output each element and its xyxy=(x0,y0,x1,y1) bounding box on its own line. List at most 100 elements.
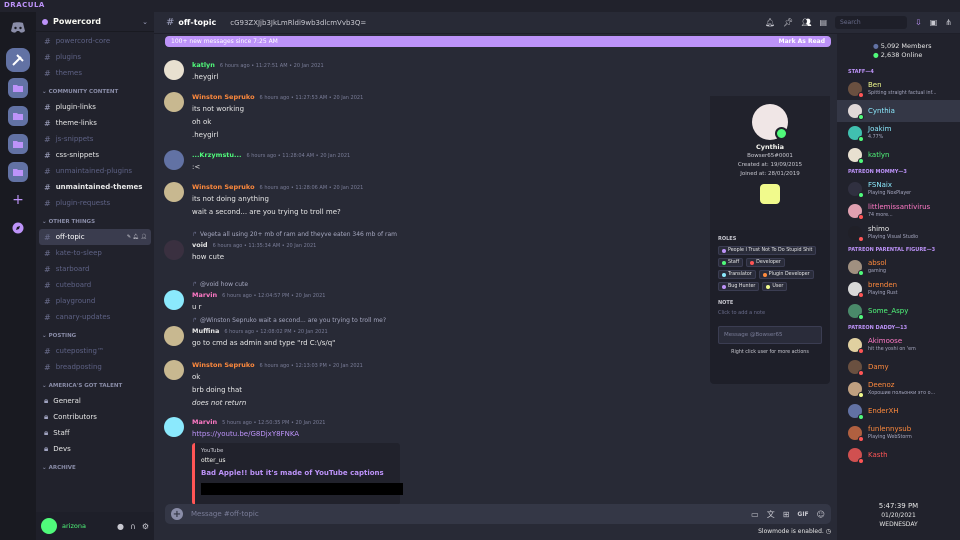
explore-servers-button[interactable] xyxy=(8,218,28,238)
role-chip[interactable]: Translator xyxy=(718,270,756,279)
embed-title[interactable]: Bad Apple!! but it's made of YouTube cap… xyxy=(201,469,394,477)
role-chip[interactable]: Plugin Developer xyxy=(758,270,814,279)
note-input[interactable]: Click to add a note xyxy=(710,310,830,316)
member-item[interactable]: Damy xyxy=(837,356,960,378)
reply-reference[interactable]: ↱ @Winston Sepruko wait a second... are y… xyxy=(192,316,704,326)
channel-item[interactable]: 🔒︎ General xyxy=(36,393,154,409)
role-chip[interactable]: Staff xyxy=(718,258,744,267)
new-messages-bar[interactable]: 100+ new messages since 7:25 AM Mark As … xyxy=(165,36,831,47)
message-link[interactable]: https://youtu.be/G8DjxY8FNKA xyxy=(192,428,704,441)
channel-topic[interactable]: cG93ZXJjb3JkLmRldi9wb3dlcmVvb3Q= xyxy=(230,19,366,27)
channel-item[interactable]: # kate-to-sleep xyxy=(36,245,154,261)
server-folder-2[interactable] xyxy=(8,106,28,126)
member-item[interactable]: Kasth xyxy=(837,444,960,466)
inbox-icon[interactable]: ▣ xyxy=(930,18,938,27)
member-item[interactable]: Akimoose hit the yoshi on 'em xyxy=(837,334,960,356)
download-icon[interactable]: ⇩ xyxy=(915,18,922,27)
channel-item[interactable]: # starboard xyxy=(36,261,154,277)
member-item[interactable]: Some_Aspy xyxy=(837,300,960,322)
message-author[interactable]: Marvin xyxy=(192,418,217,426)
channel-item[interactable]: # plugin-links xyxy=(36,99,154,115)
network-icon[interactable]: ⋔ xyxy=(945,18,952,27)
embed-video-player[interactable] xyxy=(201,483,403,495)
embed-author[interactable]: otter_us xyxy=(201,457,394,464)
server-folder-4[interactable] xyxy=(8,162,28,182)
channel-item[interactable]: # plugin-requests xyxy=(36,195,154,211)
server-folder-3[interactable] xyxy=(8,134,28,154)
channel-item[interactable]: # off-topic ✎ 🔔︎ 👤︎ xyxy=(39,229,151,245)
channel-item[interactable]: # js-snippets xyxy=(36,131,154,147)
emoji-icon[interactable]: ☺ xyxy=(817,510,825,519)
message-author[interactable]: void xyxy=(192,241,208,249)
message-avatar[interactable] xyxy=(164,326,184,346)
gift-icon[interactable]: ⊞ xyxy=(783,510,790,519)
server-powercord[interactable] xyxy=(6,48,30,72)
channel-item[interactable]: # powercord-core xyxy=(36,33,154,49)
notes-icon[interactable]: ▤ xyxy=(819,18,827,27)
message-avatar[interactable] xyxy=(164,290,184,310)
message-avatar[interactable] xyxy=(164,150,184,170)
category-agt[interactable]: ⌄ AMERICA'S GOT TALENT xyxy=(36,379,154,393)
message-author[interactable]: Winston Sepruko xyxy=(192,183,255,191)
member-item[interactable]: FSNaix Playing NoxPlayer xyxy=(837,178,960,200)
category-archive[interactable]: ⌄ ARCHIVE xyxy=(36,461,154,475)
message-author[interactable]: Winston Sepruko xyxy=(192,361,255,369)
add-server-button[interactable]: + xyxy=(8,190,28,210)
message-avatar[interactable] xyxy=(164,60,184,80)
message-avatar[interactable] xyxy=(164,360,184,380)
member-item[interactable]: littlemissantivirus 74 more... xyxy=(837,200,960,222)
message-author[interactable]: Winston Sepruko xyxy=(192,93,255,101)
reply-reference[interactable]: ↱ @void how cute xyxy=(192,280,704,290)
channel-item[interactable]: # css-snippets xyxy=(36,147,154,163)
home-button[interactable] xyxy=(8,18,28,38)
message-input[interactable]: Message #off-topic xyxy=(191,510,751,518)
channel-item[interactable]: 🔒︎ Devs xyxy=(36,441,154,457)
microphone-icon[interactable]: ● xyxy=(117,522,124,531)
channel-item[interactable]: # theme-links xyxy=(36,115,154,131)
channel-actions-icon[interactable]: ✎ 🔔︎ 👤︎ xyxy=(127,234,147,240)
role-chip[interactable]: People I Trust Not To Do Stupid Shit xyxy=(718,246,817,255)
member-item[interactable]: brenden Playing Rust xyxy=(837,278,960,300)
channel-item[interactable]: # canary-updates xyxy=(36,309,154,325)
reply-reference[interactable]: ↱ Vegeta all using 20+ mb of ram and they… xyxy=(192,230,704,240)
message-avatar[interactable] xyxy=(164,417,184,437)
sticker-icon[interactable]: ▭ xyxy=(751,510,759,519)
server-folder-1[interactable] xyxy=(8,78,28,98)
member-item[interactable]: Ben Spitting straight factual inf... xyxy=(837,78,960,100)
search-input[interactable]: Search xyxy=(835,16,908,29)
channel-item[interactable]: # unmaintained-themes xyxy=(36,179,154,195)
bell-icon[interactable]: 🔔︎ xyxy=(765,18,775,27)
gif-icon[interactable]: GIF xyxy=(797,511,808,518)
message-author[interactable]: Muffina xyxy=(192,327,219,335)
member-list-icon[interactable]: 👥︎ xyxy=(801,18,811,27)
member-item[interactable]: absol gaming xyxy=(837,256,960,278)
member-item[interactable]: shimo Playing Visual Studio xyxy=(837,222,960,244)
member-item[interactable]: Deenoz Хорошие польонки это о... xyxy=(837,378,960,400)
role-chip[interactable]: Bug Hunter xyxy=(718,282,760,291)
member-item[interactable]: funlennysub Playing WebStorm xyxy=(837,422,960,444)
role-chip[interactable]: Developer xyxy=(746,258,785,267)
settings-gear-icon[interactable]: ⚙ xyxy=(142,522,149,531)
channel-item[interactable]: # unmaintained-plugins xyxy=(36,163,154,179)
headphones-icon[interactable]: ∩ xyxy=(130,522,136,531)
channel-item[interactable]: # cuteposting™ xyxy=(36,343,154,359)
channel-item[interactable]: # plugins xyxy=(36,49,154,65)
mark-as-read-button[interactable]: Mark As Read xyxy=(779,38,825,45)
pin-icon[interactable]: 📌︎ xyxy=(783,18,793,27)
member-item[interactable]: EnderXH xyxy=(837,400,960,422)
channel-item[interactable]: 🔒︎ Staff xyxy=(36,425,154,441)
channel-item[interactable]: # playground xyxy=(36,293,154,309)
channel-item[interactable]: # themes xyxy=(36,65,154,81)
role-chip[interactable]: User xyxy=(762,282,788,291)
message-author[interactable]: Marvin xyxy=(192,291,217,299)
member-item[interactable]: katlyn xyxy=(837,144,960,166)
channel-item[interactable]: # cuteboard xyxy=(36,277,154,293)
translate-icon[interactable]: 文 xyxy=(767,509,775,520)
message-author[interactable]: ...Krzymstu... xyxy=(192,151,241,159)
message-author[interactable]: katlyn xyxy=(192,61,215,69)
dm-input[interactable]: Message @Bowser65 xyxy=(718,326,822,344)
category-posting[interactable]: ⌄ POSTING xyxy=(36,329,154,343)
message-avatar[interactable] xyxy=(164,92,184,112)
message-avatar[interactable] xyxy=(164,240,184,260)
member-item[interactable]: Cynthia xyxy=(837,100,960,122)
